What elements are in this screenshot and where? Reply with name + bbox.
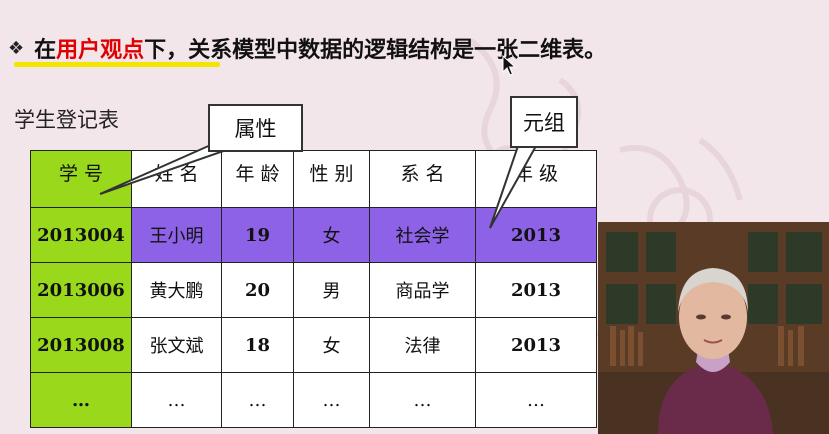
cell-name: 张文斌 [131, 317, 222, 373]
cell-student-id: 2013008 [30, 317, 132, 373]
header-gender: 性 别 [293, 150, 370, 208]
cell-gender: … [293, 372, 370, 428]
headline: ❖ 在 用户观点 下，关系模型中数据的逻辑结构是一张二维表。 [8, 30, 606, 66]
header-grade: 年 级 [475, 150, 597, 208]
cell-name: 黄大鹏 [131, 262, 222, 318]
highlight-underline [14, 62, 220, 67]
cell-grade: 2013 [475, 262, 597, 318]
headline-highlight: 用户观点 [56, 38, 145, 63]
cell-grade: 2013 [475, 207, 597, 263]
cell-student-id: … [30, 372, 132, 428]
cell-age: 20 [221, 262, 294, 318]
cell-grade: … [475, 372, 597, 428]
cell-gender: 女 [293, 207, 370, 263]
cell-gender: 男 [293, 262, 370, 318]
bullet-icon: ❖ [8, 37, 25, 59]
cell-age: 18 [221, 317, 294, 373]
header-name: 姓 名 [131, 150, 222, 208]
headline-part2: 下，关系模型中数据的逻辑结构是一张二维表。 [144, 38, 607, 63]
table-row: 2013008 张文斌 18 女 法律 2013 [30, 317, 597, 373]
table-row: 2013006 黄大鹏 20 男 商品学 2013 [30, 262, 597, 318]
cell-department: 法律 [369, 317, 476, 373]
cell-name: 王小明 [131, 207, 222, 263]
cell-grade: 2013 [475, 317, 597, 373]
headline-part1: 在 [34, 38, 57, 63]
header-age: 年 龄 [221, 150, 294, 208]
tuple-callout: 元组 [510, 96, 578, 148]
cell-department: 社会学 [369, 207, 476, 263]
mouse-cursor-icon [502, 55, 516, 76]
cell-student-id: 2013006 [30, 262, 132, 318]
cell-department: … [369, 372, 476, 428]
cell-age: 19 [221, 207, 294, 263]
presenter-video [598, 222, 829, 434]
cell-gender: 女 [293, 317, 370, 373]
header-department: 系 名 [369, 150, 476, 208]
table-row: 2013004 王小明 19 女 社会学 2013 [30, 207, 597, 263]
table-header-row: 学 号 姓 名 年 龄 性 别 系 名 年 级 [30, 150, 597, 208]
presenter-image [598, 222, 829, 434]
attribute-callout: 属性 [208, 104, 303, 152]
table-row: … … … … … … [30, 372, 597, 428]
cell-department: 商品学 [369, 262, 476, 318]
cell-student-id: 2013004 [30, 207, 132, 263]
cell-name: … [131, 372, 222, 428]
table-title: 学生登记表 [14, 108, 119, 132]
cell-age: … [221, 372, 294, 428]
header-student-id: 学 号 [30, 150, 132, 208]
student-register-table: 学 号 姓 名 年 龄 性 别 系 名 年 级 2013004 王小明 19 女… [30, 150, 597, 428]
